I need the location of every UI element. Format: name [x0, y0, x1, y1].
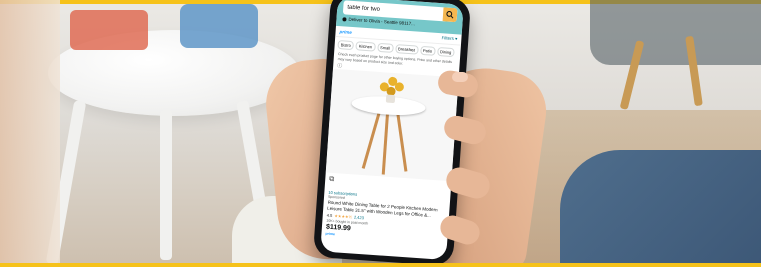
chip-kitchen[interactable]: Kitchen	[355, 41, 376, 52]
person-leg	[560, 150, 761, 267]
background-sleeve	[0, 0, 60, 267]
filters-button[interactable]: Filters ▾	[441, 35, 457, 42]
table-leg	[361, 108, 382, 169]
prime-toggle[interactable]: prime	[339, 29, 352, 35]
table-leg	[395, 109, 408, 172]
hero-image: table for two Deliver to Olivia - Seattl…	[0, 0, 761, 267]
bottom-accent-bar	[0, 263, 761, 267]
vase	[385, 94, 396, 104]
magnifier-icon	[446, 10, 454, 19]
background-red-object	[70, 10, 148, 50]
background-table-leg	[160, 110, 172, 260]
chip-small[interactable]: Small	[376, 42, 394, 53]
search-button[interactable]	[442, 7, 458, 23]
product-details: ⧉ 10 subscriptions Sponsored Round White…	[321, 172, 451, 247]
background-blue-vase	[180, 4, 258, 48]
review-count[interactable]: 2,423	[354, 215, 364, 221]
chip-breakfast[interactable]: Breakfast	[394, 44, 419, 55]
rating-value: 4.5	[326, 212, 333, 219]
table-leg	[381, 108, 390, 175]
chip-dining[interactable]: Dining	[436, 46, 455, 58]
location-pin-icon	[342, 16, 347, 22]
background-sofa	[590, 0, 761, 65]
chip-patio[interactable]: Patio	[419, 45, 436, 56]
filters-label: Filters	[441, 35, 455, 42]
fingernail	[452, 72, 468, 82]
search-input[interactable]: table for two	[343, 4, 443, 17]
chevron-down-icon: ▾	[454, 36, 458, 42]
chip-bistro[interactable]: Bistro	[337, 40, 355, 51]
